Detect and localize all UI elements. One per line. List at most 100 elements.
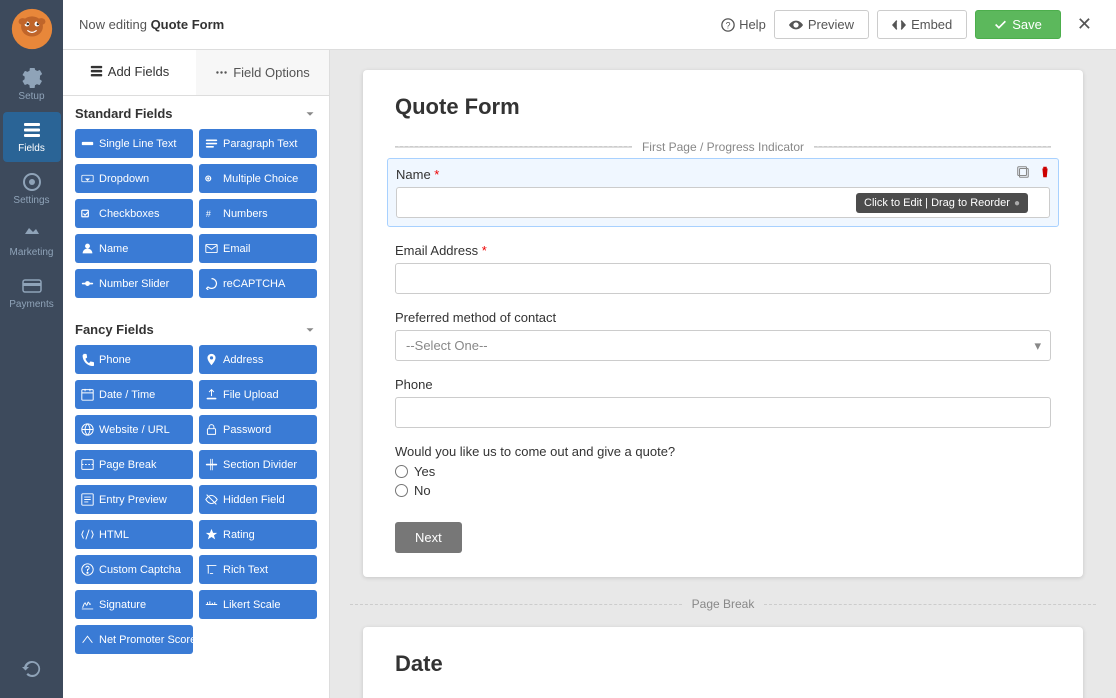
tab-add-fields[interactable]: Add Fields (63, 50, 196, 95)
field-btn-website-url[interactable]: Website / URL (75, 415, 193, 444)
field-btn-section-divider[interactable]: Section Divider (199, 450, 317, 479)
field-btn-numbers[interactable]: # Numbers (199, 199, 317, 228)
nav-item-history[interactable] (3, 651, 61, 690)
field-select-contact-method[interactable]: --Select One-- (395, 330, 1051, 361)
likert-scale-icon (205, 598, 218, 611)
panel-tabs: Add Fields Field Options (63, 50, 329, 96)
field-copy-button[interactable] (1014, 163, 1032, 184)
field-label-quote: Would you like us to come out and give a… (395, 444, 1051, 459)
field-btn-custom-captcha[interactable]: Custom Captcha (75, 555, 193, 584)
date-time-icon (81, 388, 94, 401)
help-button[interactable]: ? Help (721, 17, 766, 32)
select-wrapper-contact-method: --Select One-- (395, 330, 1051, 361)
website-url-icon (81, 423, 94, 436)
field-btn-signature[interactable]: Signature (75, 590, 193, 619)
nav-item-marketing[interactable]: Marketing (3, 216, 61, 266)
field-btn-single-line-text[interactable]: Single Line Text (75, 129, 193, 158)
radio-option-no[interactable]: No (395, 483, 1051, 498)
tab-field-options[interactable]: Field Options (196, 50, 329, 95)
progress-divider: First Page / Progress Indicator (395, 140, 1051, 154)
field-btn-name[interactable]: Name (75, 234, 193, 263)
field-label-name: Name (396, 167, 1050, 182)
save-button[interactable]: Save (975, 10, 1061, 39)
close-button[interactable]: ✕ (1069, 10, 1100, 39)
copy-icon (1016, 165, 1030, 179)
embed-icon (892, 18, 906, 32)
field-btn-multiple-choice[interactable]: Multiple Choice (199, 164, 317, 193)
standard-fields-section: Standard Fields Single Line Text Paragra… (63, 96, 329, 312)
field-delete-button[interactable] (1036, 163, 1054, 184)
field-btn-password[interactable]: Password (199, 415, 317, 444)
field-btn-checkboxes[interactable]: Checkboxes (75, 199, 193, 228)
app-sidebar: Setup Fields Settings Marketing Payments (0, 0, 63, 698)
nav-label-payments: Payments (9, 299, 53, 310)
field-btn-likert-scale[interactable]: Likert Scale (199, 590, 317, 619)
signature-icon (81, 598, 94, 611)
form-field-quote[interactable]: Would you like us to come out and give a… (395, 444, 1051, 498)
field-options-icon (215, 66, 228, 79)
net-promoter-score-icon (81, 633, 94, 646)
field-btn-date-time[interactable]: Date / Time (75, 380, 193, 409)
embed-button[interactable]: Embed (877, 10, 967, 39)
field-btn-html[interactable]: HTML (75, 520, 193, 549)
checkboxes-icon (81, 207, 94, 220)
main-content: Quote Form First Page / Progress Indicat… (330, 50, 1116, 698)
form-field-name[interactable]: Name Click to Edit | Drag to Reorder (387, 158, 1059, 227)
page-break-icon (81, 458, 94, 471)
form-title: Quote Form (395, 94, 1051, 120)
field-btn-rich-text[interactable]: Rich Text (199, 555, 317, 584)
field-btn-phone[interactable]: Phone (75, 345, 193, 374)
next-button[interactable]: Next (395, 522, 462, 553)
field-btn-number-slider[interactable]: Number Slider (75, 269, 193, 298)
field-actions-name (1014, 163, 1054, 184)
marketing-icon (22, 224, 42, 244)
standard-fields-grid: Single Line Text Paragraph Text Dropdown… (75, 129, 317, 298)
field-btn-file-upload[interactable]: File Upload (199, 380, 317, 409)
fields-icon (22, 120, 42, 140)
field-btn-recaptcha[interactable]: reCAPTCHA (199, 269, 317, 298)
entry-preview-icon (81, 493, 94, 506)
field-label-phone: Phone (395, 377, 1051, 392)
radio-option-yes[interactable]: Yes (395, 464, 1051, 479)
field-btn-dropdown[interactable]: Dropdown (75, 164, 193, 193)
fancy-fields-header: Fancy Fields (75, 322, 317, 337)
field-btn-page-break[interactable]: Page Break (75, 450, 193, 479)
html-icon (81, 528, 94, 541)
top-bar: Now editing Quote Form ? Help Preview Em… (63, 0, 1116, 50)
radio-no[interactable] (395, 484, 408, 497)
settings-icon (22, 172, 42, 192)
nav-item-payments[interactable]: Payments (3, 268, 61, 318)
field-btn-address[interactable]: Address (199, 345, 317, 374)
svg-text:?: ? (726, 20, 731, 30)
field-btn-paragraph-text[interactable]: Paragraph Text (199, 129, 317, 158)
nav-item-settings[interactable]: Settings (3, 164, 61, 214)
collapse-fancy-icon[interactable] (303, 323, 317, 337)
svg-text:#: # (206, 209, 211, 219)
form-field-phone[interactable]: Phone (395, 377, 1051, 428)
history-icon (22, 659, 42, 679)
recaptcha-icon (205, 277, 218, 290)
collapse-icon[interactable] (303, 107, 317, 121)
field-btn-entry-preview[interactable]: Entry Preview (75, 485, 193, 514)
nav-item-fields[interactable]: Fields (3, 112, 61, 162)
form-field-email[interactable]: Email Address (395, 243, 1051, 294)
field-input-email[interactable] (395, 263, 1051, 294)
field-btn-email[interactable]: Email (199, 234, 317, 263)
custom-captcha-icon (81, 563, 94, 576)
nav-label-marketing: Marketing (10, 247, 54, 258)
radio-yes[interactable] (395, 465, 408, 478)
address-icon (205, 353, 218, 366)
field-btn-hidden-field[interactable]: Hidden Field (199, 485, 317, 514)
hidden-field-icon (205, 493, 218, 506)
field-input-phone[interactable] (395, 397, 1051, 428)
paragraph-icon (205, 137, 218, 150)
field-btn-net-promoter-score[interactable]: Net Promoter Score (75, 625, 193, 654)
check-icon (994, 18, 1007, 31)
payments-icon (22, 276, 42, 296)
fancy-fields-grid: Phone Address Date / Time File Upload We… (75, 345, 317, 654)
nav-item-setup[interactable]: Setup (3, 60, 61, 110)
preview-button[interactable]: Preview (774, 10, 869, 39)
form-field-contact-method[interactable]: Preferred method of contact --Select One… (395, 310, 1051, 361)
field-btn-rating[interactable]: Rating (199, 520, 317, 549)
number-slider-icon (81, 277, 94, 290)
